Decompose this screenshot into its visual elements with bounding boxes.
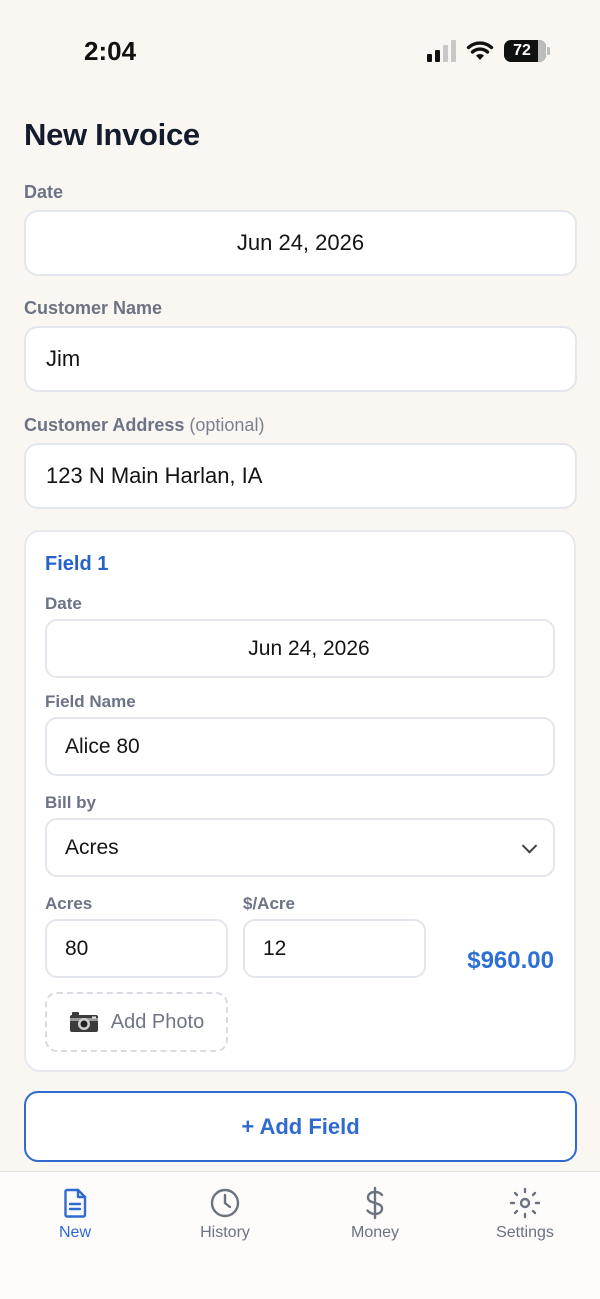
status-bar: 2:04 72 [0, 0, 600, 100]
tab-new[interactable]: New [15, 1186, 135, 1242]
page-title: New Invoice [24, 117, 200, 152]
field-date-value: Jun 24, 2026 [248, 636, 370, 660]
rate-label: $/Acre [243, 894, 295, 913]
field-date-input[interactable]: Jun 24, 2026 [45, 619, 555, 678]
date-input[interactable]: Jun 24, 2026 [24, 210, 577, 276]
tab-settings[interactable]: Settings [465, 1186, 585, 1242]
field-name-value: Alice 80 [65, 734, 140, 758]
field-name-label: Field Name [45, 692, 136, 711]
tab-bar: New History Money Settings [0, 1171, 600, 1299]
acres-input[interactable]: 80 [45, 919, 228, 978]
customer-address-label: Customer Address (optional) [24, 415, 264, 436]
field-name-input[interactable]: Alice 80 [45, 717, 555, 776]
tab-money[interactable]: Money [315, 1186, 435, 1242]
cellular-signal-icon [427, 40, 456, 62]
status-icons: 72 [427, 40, 550, 62]
date-value: Jun 24, 2026 [236, 230, 365, 255]
chevron-down-icon [521, 837, 538, 854]
customer-name-value: Jim [46, 346, 81, 371]
bill-by-value: Acres [65, 835, 119, 859]
optional-hint: (optional) [189, 415, 265, 435]
status-time: 2:04 [84, 36, 137, 66]
field-card [24, 530, 576, 1072]
tab-history-label: History [200, 1224, 250, 1241]
battery-level: 72 [513, 42, 531, 59]
dollar-icon [366, 1186, 384, 1220]
bill-by-select[interactable]: Acres [45, 818, 555, 877]
acres-value: 80 [65, 936, 89, 960]
tab-money-label: Money [350, 1224, 400, 1241]
customer-name-input[interactable]: Jim [24, 326, 577, 392]
add-field-label: + Add Field [241, 1113, 360, 1139]
camera-icon [69, 1012, 98, 1032]
field-date-label: Date [45, 594, 82, 613]
clock-icon [210, 1188, 240, 1218]
rate-input[interactable]: 12 [243, 919, 426, 978]
rate-value: 12 [263, 936, 287, 960]
gear-icon [509, 1187, 541, 1219]
customer-address-input[interactable]: 123 N Main Harlan, IA [24, 443, 577, 509]
bill-by-label: Bill by [45, 793, 97, 812]
acres-label: Acres [45, 894, 93, 913]
add-field-button[interactable]: + Add Field [24, 1091, 577, 1162]
document-icon [64, 1188, 87, 1218]
tab-history[interactable]: History [165, 1186, 285, 1242]
add-photo-button[interactable]: Add Photo [45, 992, 228, 1052]
field-card-title: Field 1 [45, 553, 109, 575]
tab-new-label: New [58, 1224, 91, 1241]
battery-icon: 72 [504, 40, 550, 62]
customer-address-value: 123 N Main Harlan, IA [46, 463, 263, 488]
add-photo-label: Add Photo [110, 1010, 205, 1033]
date-label: Date [24, 182, 64, 202]
tab-settings-label: Settings [496, 1224, 554, 1241]
customer-name-label: Customer Name [24, 298, 163, 318]
wifi-icon [466, 41, 494, 60]
customer-address-label-text: Customer Address [24, 415, 185, 435]
field-total: $960.00 [467, 947, 554, 974]
